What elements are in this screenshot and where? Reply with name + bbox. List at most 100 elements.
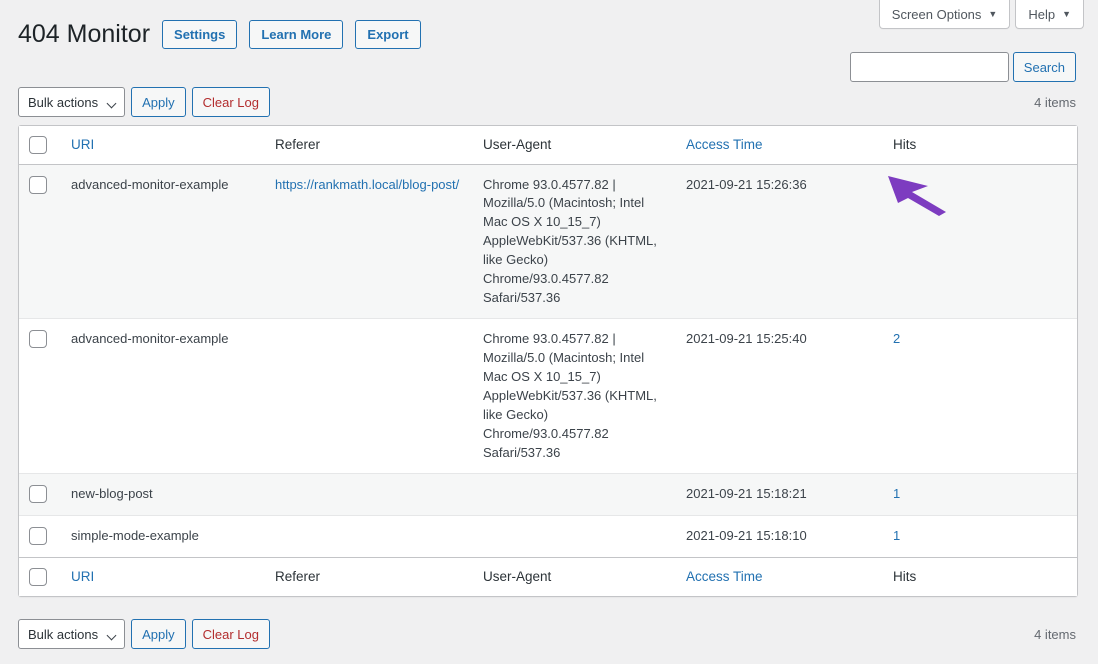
row-select-cell [19,165,61,319]
row-select-cell [19,473,61,515]
column-footer-referer: Referer [265,557,473,596]
table-footer-row: URI Referer User-Agent Access Time Hits [19,557,1077,596]
help-label: Help [1028,6,1056,22]
cell-access-time: 2021-09-21 15:18:21 [676,473,883,515]
hits-link[interactable]: 2 [893,177,900,192]
chevron-down-icon: ▼ [988,8,998,19]
row-select-cell [19,515,61,557]
column-header-user-agent: User-Agent [473,126,676,165]
page-title: 404 Monitor [18,20,151,48]
search-button[interactable]: Search [1012,52,1076,82]
select-all-checkbox-top[interactable] [29,135,47,154]
column-header-user-agent-label: User-Agent [483,137,552,152]
bulk-action-selected-value: Bulk actions [28,626,99,642]
referer-link[interactable]: https://rankmath.local/blog-post/ [275,177,459,192]
cell-referer [265,318,473,473]
help-toggle[interactable]: Help ▼ [1015,0,1084,29]
cell-user-agent [473,515,676,557]
cell-hits: 2 [883,318,1077,473]
hits-link[interactable]: 1 [893,528,900,543]
cell-uri: advanced-monitor-example [61,165,265,319]
cell-referer [265,473,473,515]
column-footer-uri[interactable]: URI [61,557,265,596]
apply-button-bottom[interactable]: Apply [131,619,186,649]
bulk-action-selected-value: Bulk actions [28,94,99,110]
learn-more-button[interactable]: Learn More [249,19,344,49]
clear-log-button-top[interactable]: Clear Log [191,87,270,117]
column-header-uri-link[interactable]: URI [71,137,94,152]
tablenav-bottom: Bulk actions Apply Clear Log 4 items [18,618,1076,650]
hits-link[interactable]: 1 [893,486,900,501]
column-header-referer-label: Referer [275,137,321,152]
page-header: 404 Monitor Settings Learn More Export [18,18,421,51]
404-monitor-table: URI Referer User-Agent Access Time Hits [18,125,1078,597]
column-header-hits-label: Hits [893,137,917,152]
cell-access-time: 2021-09-21 15:25:40 [676,318,883,473]
column-header-access-time[interactable]: Access Time [676,126,883,165]
cell-referer: https://rankmath.local/blog-post/ [265,165,473,319]
access-time-text: 2021-09-21 15:25:40 [686,331,807,347]
row-select-cell [19,318,61,473]
hits-link[interactable]: 2 [893,331,900,346]
column-footer-hits-label: Hits [893,569,917,585]
table-row: advanced-monitor-example Chrome 93.0.457… [19,318,1077,473]
table-foot: URI Referer User-Agent Access Time Hits [19,557,1077,596]
cell-uri: simple-mode-example [61,515,265,557]
cell-user-agent: Chrome 93.0.4577.82 | Mozilla/5.0 (Macin… [473,318,676,473]
column-footer-uri-link[interactable]: URI [71,569,94,584]
access-time-text: 2021-09-21 15:26:36 [686,176,807,192]
bulk-actions-top: Bulk actions Apply Clear Log [18,87,270,117]
displaying-num-bottom: 4 items [1034,626,1076,642]
uri-text: simple-mode-example [71,528,199,544]
cell-hits: 1 [883,515,1077,557]
select-all-header [19,126,61,165]
column-header-access-time-link[interactable]: Access Time [686,137,763,152]
search-input[interactable] [849,52,1009,82]
column-header-referer: Referer [265,126,473,165]
tablenav-top: Bulk actions Apply Clear Log 4 items [18,86,1076,118]
select-all-checkbox-bottom[interactable] [29,567,47,586]
uri-text: advanced-monitor-example [71,331,229,347]
column-footer-hits: Hits [883,557,1077,596]
cell-access-time: 2021-09-21 15:26:36 [676,165,883,319]
cell-user-agent: Chrome 93.0.4577.82 | Mozilla/5.0 (Macin… [473,165,676,319]
column-header-uri[interactable]: URI [61,126,265,165]
cell-referer [265,515,473,557]
row-checkbox[interactable] [29,330,47,349]
cell-uri: new-blog-post [61,473,265,515]
table-head: URI Referer User-Agent Access Time Hits [19,126,1077,165]
screen-options-toggle[interactable]: Screen Options ▼ [878,0,1011,29]
uri-text: advanced-monitor-example [71,176,229,192]
user-agent-text: Chrome 93.0.4577.82 | Mozilla/5.0 (Macin… [483,176,657,305]
table-row: new-blog-post 2021-09-21 15:18:21 1 [19,473,1077,516]
select-all-footer [19,557,61,596]
column-footer-user-agent-label: User-Agent [483,569,552,585]
cell-user-agent [473,473,676,515]
user-agent-text: Chrome 93.0.4577.82 | Mozilla/5.0 (Macin… [483,331,657,460]
apply-button-top[interactable]: Apply [131,87,186,117]
clear-log-button-bottom[interactable]: Clear Log [191,619,270,649]
row-checkbox[interactable] [29,485,47,504]
access-time-text: 2021-09-21 15:18:10 [686,528,807,544]
uri-text: new-blog-post [71,486,153,502]
column-footer-access-time[interactable]: Access Time [676,557,883,596]
bulk-action-select-bottom[interactable]: Bulk actions [18,619,126,649]
table-row: advanced-monitor-example https://rankmat… [19,164,1077,319]
admin-page: Screen Options ▼ Help ▼ 404 Monitor Sett… [0,0,1098,664]
cell-hits: 1 [883,473,1077,515]
bulk-actions-bottom: Bulk actions Apply Clear Log [18,619,270,649]
screen-meta-links: Screen Options ▼ Help ▼ [878,0,1084,29]
column-footer-user-agent: User-Agent [473,557,676,596]
row-checkbox[interactable] [29,527,47,546]
table-row: simple-mode-example 2021-09-21 15:18:10 … [19,515,1077,557]
row-checkbox[interactable] [29,175,47,194]
table-header-row: URI Referer User-Agent Access Time Hits [19,126,1077,165]
settings-button[interactable]: Settings [162,19,238,49]
screen-options-label: Screen Options [891,6,982,22]
column-footer-access-time-link[interactable]: Access Time [686,569,763,584]
bulk-action-select-top[interactable]: Bulk actions [18,87,126,117]
cell-uri: advanced-monitor-example [61,318,265,473]
access-time-text: 2021-09-21 15:18:21 [686,486,807,502]
column-footer-referer-label: Referer [275,569,321,585]
export-button[interactable]: Export [355,19,421,49]
